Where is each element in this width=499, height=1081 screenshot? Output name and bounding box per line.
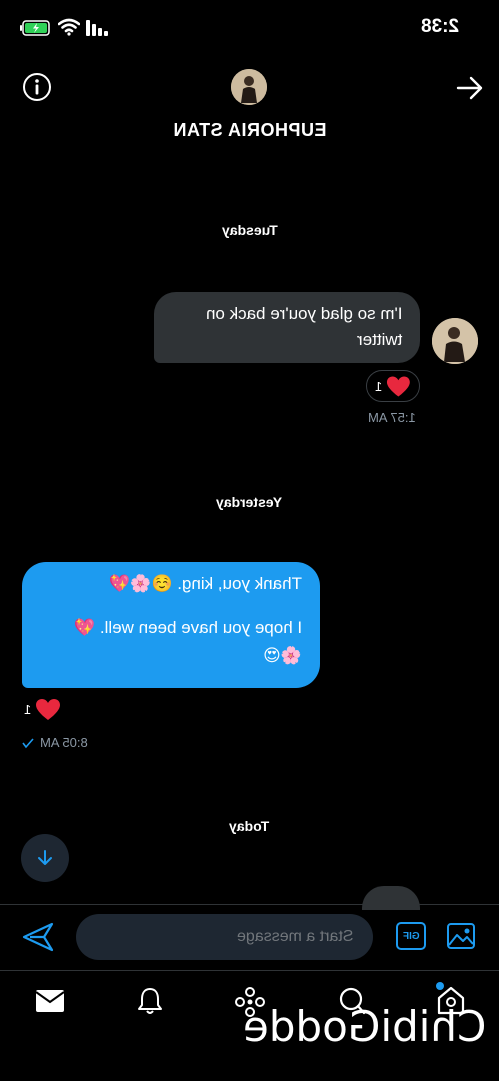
forward-arrow-button[interactable] (456, 76, 484, 105)
scroll-to-bottom-button[interactable] (21, 834, 69, 882)
message-text: I'm so glad you're back on (205, 304, 402, 323)
arrow-right-icon (456, 76, 483, 100)
heart-reaction-pill[interactable]: 1 (366, 370, 420, 402)
arrow-down-icon (38, 850, 52, 865)
message-timestamp-row: 8:05 AM (22, 735, 88, 750)
reaction-count: 1 (375, 378, 383, 394)
tab-messages[interactable] (34, 988, 66, 1019)
cellular-signal-icon (86, 20, 108, 41)
message-input[interactable]: Start a message (76, 914, 373, 960)
send-icon (22, 922, 54, 952)
date-separator-today: Today (229, 818, 270, 834)
message-text: twitter (356, 330, 402, 349)
message-text: I hope you have been well. 💖 (73, 618, 302, 637)
outgoing-message-bubble[interactable]: Thank you, king. ☺️🌸💖 I hope you have be… (22, 562, 320, 688)
message-text: Thank you, king. ☺️🌸💖 (109, 574, 302, 593)
reaction-count: 1 (24, 702, 32, 717)
date-separator-yesterday: Yesterday (216, 494, 283, 510)
tab-notifications[interactable] (136, 986, 164, 1021)
battery-icon (20, 20, 50, 41)
conversation-title: EUPHORIA STAN (172, 120, 327, 140)
sender-avatar[interactable] (432, 318, 478, 364)
message-timestamp: 8:05 AM (40, 735, 88, 750)
send-button[interactable] (22, 922, 54, 957)
conversation-avatar[interactable] (231, 69, 267, 105)
heart-icon (387, 375, 411, 397)
gif-button[interactable]: GIF (396, 922, 426, 950)
status-bar: 2:38 (0, 0, 499, 56)
heart-reaction[interactable]: 1 (24, 698, 61, 721)
image-icon (447, 923, 475, 949)
message-text: 🌸😍 (263, 646, 302, 665)
gif-label: GIF (402, 930, 420, 942)
date-separator-tuesday: Tuesday (221, 222, 278, 238)
bell-icon (138, 988, 162, 1014)
message-timestamp: 1:57 AM (368, 410, 416, 425)
sent-check-icon (22, 737, 34, 748)
incoming-message-bubble[interactable]: I'm so glad you're back on twitter (154, 292, 420, 363)
message-input-placeholder: Start a message (236, 928, 354, 945)
info-icon (23, 73, 51, 101)
info-button[interactable] (22, 72, 52, 107)
status-time: 2:38 (420, 16, 459, 37)
wifi-icon (57, 18, 81, 41)
mail-icon (35, 990, 65, 1012)
heart-icon (36, 699, 61, 720)
media-button[interactable] (446, 922, 476, 955)
